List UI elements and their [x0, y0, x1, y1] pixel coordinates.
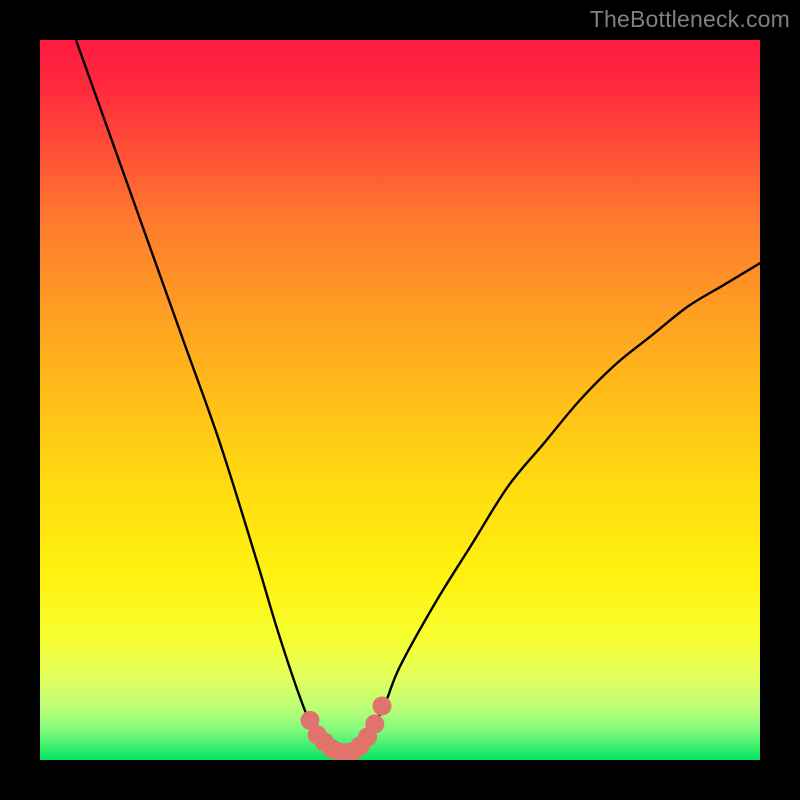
- watermark-text: TheBottleneck.com: [590, 6, 790, 33]
- optimal-marker: [365, 715, 384, 734]
- chart-plot-area: [40, 40, 760, 760]
- chart-background: [40, 40, 760, 760]
- optimal-marker: [373, 697, 392, 716]
- chart-svg: [40, 40, 760, 760]
